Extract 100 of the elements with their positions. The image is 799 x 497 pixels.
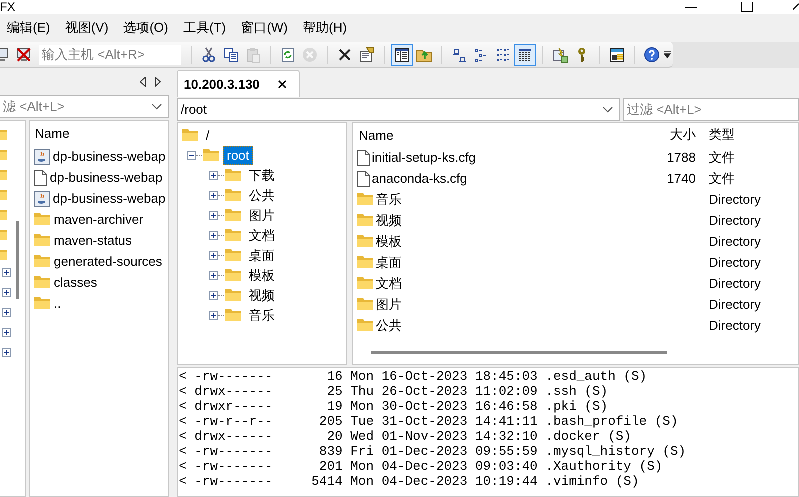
help-icon	[644, 46, 660, 62]
file-type: 文件	[709, 170, 735, 186]
maximize-icon[interactable]	[741, 2, 753, 12]
expand-icon[interactable]	[209, 270, 218, 280]
folder-icon	[357, 214, 374, 227]
file-name[interactable]: dp-business-webap	[50, 170, 163, 185]
collapse-icon[interactable]	[187, 150, 196, 160]
file-icon	[357, 150, 370, 166]
expand-icon[interactable]	[209, 310, 218, 320]
filter-field[interactable]: 过滤 <Alt+L>	[623, 98, 799, 121]
file-type: Directory	[709, 276, 762, 291]
scrollbar-thumb[interactable]	[16, 221, 19, 299]
expand-icon[interactable]	[2, 308, 11, 317]
filter-field[interactable]: 滤 <Alt+L>	[0, 95, 169, 118]
file-name[interactable]: 模板	[376, 232, 402, 250]
file-name[interactable]: 公共	[376, 316, 402, 334]
file-name[interactable]: dp-business-webap	[53, 191, 166, 206]
chevron-icon[interactable]	[152, 104, 162, 110]
file-name[interactable]: maven-status	[54, 233, 132, 248]
previous-icon[interactable]	[140, 76, 146, 86]
panel-button[interactable]	[391, 44, 413, 66]
small-icons-icon	[451, 46, 467, 62]
menu-item[interactable]: 帮助(H)	[299, 19, 352, 37]
java-file-icon	[34, 190, 50, 206]
tree-item[interactable]: 音乐	[245, 306, 279, 324]
tree-item[interactable]: 下载	[245, 166, 279, 184]
close-icon[interactable]	[278, 80, 287, 88]
menu-item[interactable]: 选项(O)	[120, 19, 172, 37]
chevron-icon[interactable]	[603, 107, 613, 113]
sync-icon	[552, 46, 568, 62]
file-name[interactable]: initial-setup-ks.cfg	[372, 150, 476, 165]
properties-icon	[359, 46, 375, 62]
session-tab[interactable]: 10.200.3.130	[177, 70, 300, 97]
expand-icon[interactable]	[209, 210, 218, 220]
menu-item[interactable]: 视图(V)	[61, 19, 113, 37]
file-type: 文件	[709, 150, 735, 164]
tree-item[interactable]: /	[202, 126, 214, 144]
scissors-icon	[201, 46, 217, 62]
file-name[interactable]: 音乐	[376, 190, 402, 208]
file-type: Directory	[709, 213, 762, 228]
menu-item[interactable]: 窗口(W)	[237, 19, 292, 37]
folder-icon	[357, 235, 374, 248]
tree-list-icon	[495, 46, 511, 62]
expand-icon[interactable]	[2, 268, 11, 277]
file-size: 1740	[667, 171, 696, 186]
menu-item[interactable]: 工具(T)	[179, 19, 230, 37]
log-line: < -rw-r--r-- 205 Tue 31-Oct-2023 14:41:11 .bash_profile (S)	[179, 414, 678, 429]
details-icon	[517, 46, 533, 62]
path-field[interactable]: /root	[177, 98, 620, 121]
details-button[interactable]	[514, 44, 536, 66]
folder-icon	[225, 308, 242, 322]
file-type: Directory	[709, 234, 762, 249]
scrollbar-thumb[interactable]	[371, 351, 667, 354]
log-line: < drwx------ 25 Thu 26-Oct-2023 11:02:09 .ssh (S)	[179, 384, 608, 399]
expand-icon[interactable]	[209, 290, 218, 300]
file-name[interactable]: dp-business-webap	[53, 149, 166, 164]
file-name[interactable]: classes	[54, 275, 98, 290]
file-name[interactable]: 视频	[376, 212, 402, 230]
next-icon[interactable]	[155, 76, 161, 86]
folder-icon	[203, 148, 220, 162]
expand-icon[interactable]	[209, 230, 218, 240]
file-type: Directory	[709, 318, 762, 333]
expand-icon[interactable]	[209, 250, 218, 260]
tree-item[interactable]: root	[223, 146, 254, 164]
column-header[interactable]: Name	[353, 128, 638, 142]
tree-item[interactable]: 文档	[245, 226, 279, 244]
expand-icon[interactable]	[209, 190, 218, 200]
folder-icon	[357, 319, 374, 332]
log-line: < -rw------- 201 Mon 04-Dec-2023 09:03:40 .Xauthority (S)	[179, 459, 663, 474]
tree-item[interactable]: 公共	[245, 186, 279, 204]
file-name[interactable]: ..	[54, 296, 62, 311]
expand-icon[interactable]	[2, 348, 11, 357]
file-name[interactable]: 文档	[376, 274, 402, 292]
folder-icon	[182, 128, 199, 142]
file-type: Directory	[709, 297, 762, 312]
log-line: < drwxr----- 19 Mon 30-Oct-2023 16:46:58 .pki (S)	[179, 399, 608, 414]
tree-item[interactable]: 图片	[245, 206, 279, 224]
expand-icon[interactable]	[209, 170, 218, 180]
tree-item[interactable]: 桌面	[245, 246, 279, 264]
file-name[interactable]: maven-archiver	[54, 212, 144, 227]
file-name[interactable]: generated-sources	[54, 254, 162, 269]
column-header[interactable]: Name	[35, 126, 70, 141]
tree-item[interactable]: 模板	[245, 266, 279, 284]
expand-icon[interactable]	[2, 288, 11, 297]
folder-icon	[357, 298, 374, 311]
column-header[interactable]: 类型	[701, 126, 798, 144]
disconnect-icon	[16, 46, 32, 62]
column-header[interactable]: 大小	[638, 126, 701, 144]
folder-icon	[225, 208, 242, 222]
java-file-icon	[34, 148, 50, 164]
folder-icon	[225, 268, 242, 282]
tree-item[interactable]: 视频	[245, 286, 279, 304]
file-name[interactable]: anaconda-ks.cfg	[372, 171, 468, 186]
file-name[interactable]: 图片	[376, 296, 402, 314]
file-name[interactable]: 桌面	[376, 254, 402, 272]
overflow-icon[interactable]	[664, 50, 671, 58]
menu-item[interactable]: 编辑(E)	[3, 19, 54, 37]
expand-icon[interactable]	[2, 328, 11, 337]
host-field[interactable]: 输入主机 <Alt+R>	[39, 44, 181, 64]
close-icon[interactable]	[793, 2, 799, 12]
